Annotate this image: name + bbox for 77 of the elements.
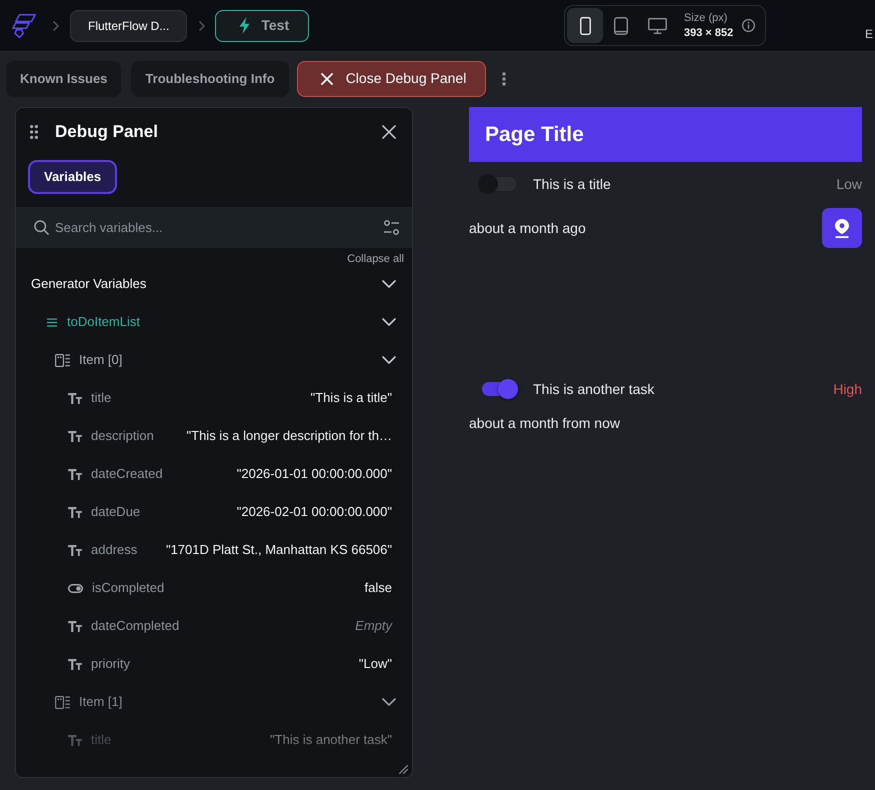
map-pin-icon [835,218,849,238]
drag-handle-icon[interactable] [30,125,38,139]
due-date-text: about a month from now [469,414,620,433]
record-icon [55,696,70,708]
task-title: This is a title [533,174,611,194]
monitor-icon [648,18,666,34]
close-icon [320,72,333,84]
variable-name: dateCompleted [91,617,180,636]
text-type-icon [68,506,82,518]
chevron-down-icon[interactable] [382,698,396,706]
search-icon [34,220,49,235]
search-input[interactable]: Search variables... [55,216,376,240]
variable-name: dateDue [91,503,140,522]
device-button[interactable] [567,8,603,43]
cut-off-text: E [864,26,873,42]
variable-value: false [364,579,392,598]
chevron-right-icon [199,20,206,30]
lightning-bolt-icon [239,17,250,34]
text-type-icon [68,658,82,670]
tree-item-label[interactable]: Item [0] [79,350,122,370]
test-button[interactable]: Test [215,10,310,42]
panel-tab[interactable]: Variables [28,160,118,194]
page-title: Page Title [485,122,584,148]
toolbar-button[interactable]: Troubleshooting Info [131,60,289,96]
chevron-down-icon[interactable] [382,318,396,326]
resize-handle-icon[interactable] [399,765,408,774]
filter-icon[interactable] [384,220,399,235]
variable-value: "This is another task" [269,731,392,750]
priority-label: High [833,380,862,399]
toggle-switch[interactable] [478,174,518,194]
chevron-down-icon[interactable] [382,356,396,364]
variable-value: "2026-02-01 00:00:00.000" [236,503,392,522]
variable-name: title [91,389,112,408]
chevron-down-icon[interactable] [382,280,396,288]
toolbar-button[interactable]: Known Issues [6,60,122,96]
text-type-icon [68,468,82,480]
variable-name: priority [91,655,130,674]
kebab-menu-icon[interactable] [502,72,506,86]
variable-name: address [91,541,138,560]
list-icon [47,318,57,326]
info-icon[interactable] [742,19,755,32]
tree-item-label[interactable]: Item [1] [79,692,122,712]
variable-value: "This is a title" [310,389,392,408]
text-type-icon [68,392,82,404]
collapse-all-link[interactable]: Collapse all [347,253,404,265]
project-button[interactable]: FlutterFlow D... [70,10,188,42]
toggle-icon [68,584,83,592]
variable-name: title [91,731,112,750]
size-label: Size (px) [684,10,728,26]
priority-label: Low [836,174,862,194]
due-date-text: about a month ago [469,218,586,238]
text-type-icon [68,544,82,556]
close-icon[interactable] [382,125,396,139]
variable-name: isCompleted [92,579,164,598]
variable-value: "This is a longer description for th… [186,427,392,446]
logo-icon[interactable] [12,14,36,38]
panel-title: Debug Panel [55,121,158,144]
text-type-icon [68,430,82,442]
chevron-right-icon [53,20,59,30]
record-icon [55,354,70,366]
tree-group-label[interactable]: Generator Variables [31,274,146,294]
variable-value: "1701D Platt St., Manhattan KS 66506" [164,541,392,560]
size-value: 393 × 852 [684,26,734,40]
variable-value: "2026-01-01 00:00:00.000" [236,465,392,484]
search-field[interactable]: Search variables... [16,207,412,248]
task-title: This is another task [533,380,654,398]
text-type-icon [68,734,82,746]
location-button[interactable] [822,208,862,248]
text-type-icon [68,620,82,632]
phone-icon [580,16,590,34]
variable-value: Empty [354,617,392,636]
tablet-icon [614,16,628,34]
variable-value: "Low" [358,655,392,674]
tree-list-label[interactable]: toDoItemList [67,312,140,332]
variable-name: description [91,427,154,446]
variable-name: dateCreated [91,465,163,484]
close-panel-button[interactable]: Close Debug Panel [296,60,486,96]
